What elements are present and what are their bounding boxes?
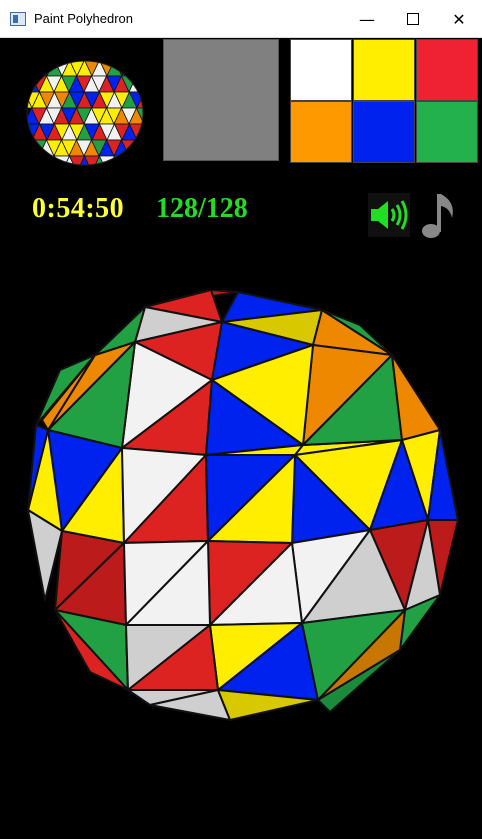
preview-face — [128, 155, 143, 165]
minimize-icon: — — [359, 9, 375, 29]
preview-face — [27, 61, 33, 77]
maximize-icon — [407, 13, 419, 25]
preview-face — [121, 155, 138, 165]
preview-face — [144, 76, 145, 92]
music-toggle-button[interactable] — [416, 190, 462, 240]
music-note-icon — [422, 194, 453, 238]
color-swatch-yellow[interactable] — [353, 39, 415, 101]
polyhedron-preview[interactable] — [25, 60, 145, 166]
color-swatch-blue[interactable] — [353, 101, 415, 163]
preview-face — [31, 155, 48, 165]
color-swatch-orange[interactable] — [290, 101, 352, 163]
preview-face — [31, 61, 48, 77]
preview-face — [38, 155, 56, 165]
preview-face — [121, 61, 138, 77]
preview-face — [144, 108, 145, 124]
preview-face — [145, 156, 146, 166]
preview-face — [145, 92, 146, 108]
title-bar: Paint Polyhedron — ✕ — [0, 0, 482, 38]
preview-face — [135, 139, 143, 157]
maximize-button[interactable] — [390, 0, 436, 38]
preview-face — [135, 75, 143, 93]
preview-face — [27, 155, 33, 165]
preview-face — [136, 61, 143, 77]
close-button[interactable]: ✕ — [436, 0, 482, 38]
app-icon — [10, 12, 26, 26]
preview-face — [113, 155, 131, 165]
minimize-button[interactable]: — — [344, 0, 390, 38]
sound-toggle-button[interactable] — [368, 193, 410, 237]
elapsed-timer: 0:54:50 — [32, 193, 125, 224]
current-color-swatch — [163, 39, 279, 161]
preview-face — [27, 61, 41, 77]
preview-face — [145, 124, 146, 140]
speaker-icon — [371, 200, 408, 230]
preview-face — [128, 61, 143, 77]
preview-face — [145, 60, 146, 76]
color-swatch-green[interactable] — [416, 101, 478, 163]
window-title: Paint Polyhedron — [34, 11, 134, 26]
polyhedron-canvas[interactable] — [20, 290, 462, 730]
painted-faces-counter: 128/128 — [156, 193, 248, 224]
preview-face — [144, 140, 145, 156]
preview-face — [136, 155, 143, 165]
color-swatch-white[interactable] — [290, 39, 352, 101]
preview-face — [27, 155, 41, 165]
close-icon: ✕ — [452, 9, 466, 29]
color-swatch-red[interactable] — [416, 39, 478, 101]
